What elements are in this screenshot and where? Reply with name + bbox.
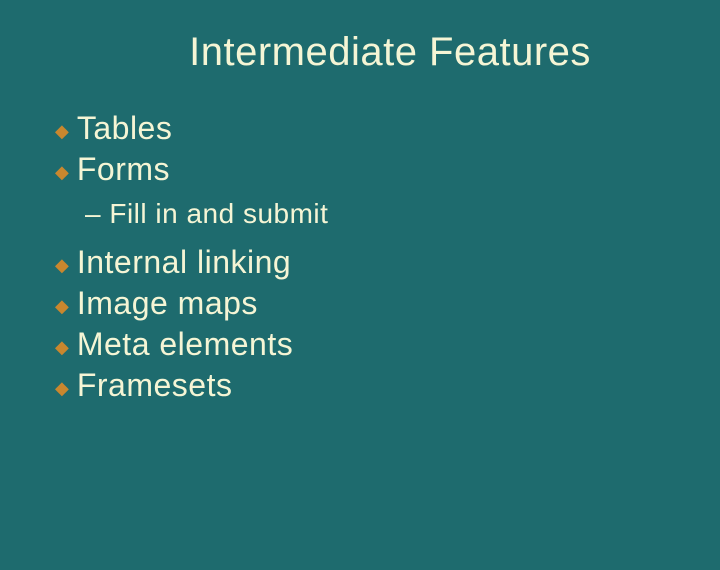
slide-title: Intermediate Features bbox=[60, 30, 720, 75]
bullet-icon: ◆ bbox=[55, 337, 69, 358]
list-item: ◆ Framesets bbox=[55, 367, 720, 404]
bullet-label: Tables bbox=[77, 110, 173, 147]
list-item: ◆ Internal linking bbox=[55, 244, 720, 281]
list-item: ◆ Image maps bbox=[55, 285, 720, 322]
bullet-label: Framesets bbox=[77, 367, 233, 404]
slide-content: ◆ Tables ◆ Forms – Fill in and submit ◆ … bbox=[55, 110, 720, 404]
bullet-label: Meta elements bbox=[77, 326, 293, 363]
bullet-label: Internal linking bbox=[77, 244, 291, 281]
sub-list-item: – Fill in and submit bbox=[85, 198, 720, 230]
bullet-icon: ◆ bbox=[55, 296, 69, 317]
bullet-icon: ◆ bbox=[55, 162, 69, 183]
bullet-icon: ◆ bbox=[55, 121, 69, 142]
bullet-label: Image maps bbox=[77, 285, 258, 322]
list-item: ◆ Meta elements bbox=[55, 326, 720, 363]
bullet-icon: ◆ bbox=[55, 255, 69, 276]
list-item: ◆ Tables bbox=[55, 110, 720, 147]
list-item: ◆ Forms bbox=[55, 151, 720, 188]
bullet-icon: ◆ bbox=[55, 378, 69, 399]
bullet-label: Forms bbox=[77, 151, 170, 188]
